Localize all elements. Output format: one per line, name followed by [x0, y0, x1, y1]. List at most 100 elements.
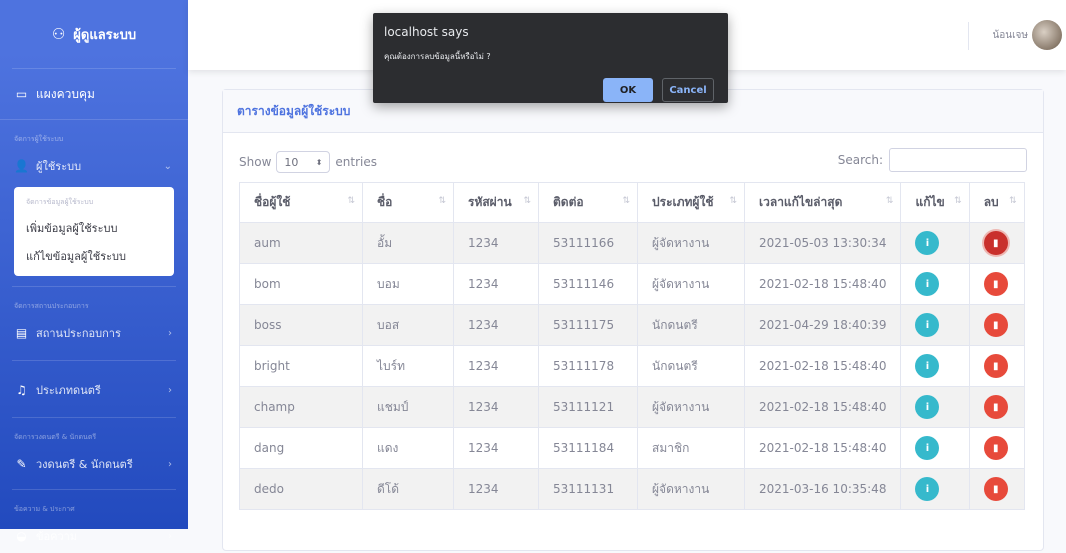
- column-header-edit[interactable]: แก้ไข ⇅: [900, 182, 970, 223]
- cell-last-modified: 2021-02-18 15:48:40: [743, 427, 902, 469]
- cell-username: bom: [239, 263, 363, 305]
- cell-contact: 53111175: [538, 304, 638, 346]
- header-label: ติดต่อ: [553, 195, 584, 209]
- column-header-last-modified[interactable]: เวลาแก้ไขล่าสุด ⇅: [743, 182, 902, 223]
- delete-button[interactable]: ▮: [983, 313, 1008, 337]
- sidebar-brand[interactable]: ⚇ ผู้ดูแลระบบ: [12, 0, 176, 69]
- topbar-divider: [968, 22, 969, 50]
- cell-edit: i: [900, 222, 970, 264]
- delete-button[interactable]: ▮: [983, 395, 1008, 419]
- delete-button[interactable]: ▮: [983, 231, 1008, 255]
- sidebar-divider: [12, 360, 176, 361]
- cell-user-type: ผู้จัดหางาน: [637, 386, 745, 428]
- submenu-item-add-user[interactable]: เพิ่มข้อมูลผู้ใช้ระบบ: [14, 214, 174, 242]
- info-icon: i: [925, 319, 930, 331]
- column-header-delete[interactable]: ลบ ⇅: [968, 182, 1025, 223]
- edit-button[interactable]: i: [915, 436, 940, 460]
- cell-last-modified: 2021-05-03 13:30:34: [743, 222, 902, 264]
- cell-username: bright: [239, 345, 363, 387]
- search-input[interactable]: [889, 148, 1027, 172]
- cell-name: อั้ม: [362, 222, 454, 264]
- sidebar-item-dashboard[interactable]: ▭ แผงควบคุม: [0, 69, 188, 120]
- search-label: Search:: [837, 153, 883, 167]
- cell-password: 1234: [453, 304, 539, 346]
- trash-icon: ▮: [992, 237, 999, 249]
- trash-icon: ▮: [992, 401, 999, 413]
- user-name[interactable]: น้อนเจษ: [992, 28, 1028, 43]
- entries-label: entries: [335, 155, 377, 169]
- cell-user-type: ผู้จัดหางาน: [637, 222, 745, 264]
- users-icon: 👤: [14, 159, 29, 173]
- edit-button[interactable]: i: [915, 354, 940, 378]
- column-header-name[interactable]: ชื่อ ⇅: [362, 182, 454, 223]
- sidebar-item-music-types[interactable]: ♫ ประเภทดนตรี ›: [0, 373, 188, 407]
- sidebar-item-venues[interactable]: ▤ สถานประกอบการ ›: [0, 316, 188, 350]
- info-icon: i: [925, 442, 930, 454]
- sidebar: ⚇ ผู้ดูแลระบบ ▭ แผงควบคุม จัดการผู้ใช้ระ…: [0, 0, 188, 543]
- cell-name: แดง: [362, 427, 454, 469]
- column-header-password[interactable]: รหัสผ่าน ⇅: [453, 182, 539, 223]
- sort-icon: ⇅: [438, 196, 446, 206]
- column-header-username[interactable]: ชื่อผู้ใช้ ⇅: [239, 182, 363, 223]
- trash-icon: ▮: [992, 483, 999, 495]
- cell-user-type: ผู้จัดหางาน: [637, 263, 745, 305]
- search-control: Search:: [838, 148, 1027, 172]
- info-icon: i: [925, 483, 930, 495]
- edit-button[interactable]: i: [915, 477, 940, 501]
- header-label: ลบ: [983, 195, 999, 209]
- cell-user-type: สมาชิก: [637, 427, 745, 469]
- cell-name: ดีโด้: [362, 468, 454, 510]
- table-row: champ แชมป์ 1234 53111121 ผู้จัดหางาน 20…: [239, 386, 1025, 428]
- edit-button[interactable]: i: [915, 272, 940, 296]
- sidebar-item-users[interactable]: 👤 ผู้ใช้ระบบ ⌄: [0, 149, 188, 183]
- table-row: dang แดง 1234 53111184 สมาชิก 2021-02-18…: [239, 427, 1025, 469]
- table-row: bom บอม 1234 53111146 ผู้จัดหางาน 2021-0…: [239, 263, 1025, 305]
- edit-button[interactable]: i: [915, 231, 940, 255]
- cell-password: 1234: [453, 222, 539, 264]
- select-arrows-icon: ⬍: [315, 157, 323, 167]
- chevron-right-icon: ›: [168, 530, 172, 542]
- cell-edit: i: [900, 427, 970, 469]
- submenu-item-edit-user[interactable]: แก้ไขข้อมูลผู้ใช้ระบบ: [14, 242, 174, 270]
- sort-icon: ⇅: [523, 196, 531, 206]
- cell-last-modified: 2021-02-18 15:48:40: [743, 263, 902, 305]
- cell-password: 1234: [453, 468, 539, 510]
- cancel-button[interactable]: Cancel: [662, 78, 714, 102]
- sidebar-item-bands[interactable]: ✎ วงดนตรี & นักดนตรี ›: [0, 447, 188, 481]
- delete-button[interactable]: ▮: [983, 436, 1008, 460]
- cell-username: aum: [239, 222, 363, 264]
- info-icon: i: [925, 278, 930, 290]
- sort-icon: ⇅: [954, 196, 962, 206]
- edit-button[interactable]: i: [915, 313, 940, 337]
- cell-password: 1234: [453, 263, 539, 305]
- users-table: ชื่อผู้ใช้ ⇅ ชื่อ ⇅ รหัสผ่าน ⇅ ติดต่อ ⇅ ประเ…: [239, 182, 1025, 510]
- section-heading-users: จัดการผู้ใช้ระบบ: [14, 135, 64, 143]
- cell-name: บอม: [362, 263, 454, 305]
- sort-icon: ⇅: [885, 196, 894, 206]
- cell-delete: ▮: [968, 427, 1025, 469]
- cell-username: champ: [239, 386, 363, 428]
- avatar[interactable]: [1032, 20, 1062, 50]
- cell-delete: ▮: [968, 468, 1025, 510]
- sidebar-item-messages[interactable]: ◒ ข้อความ ›: [0, 519, 188, 553]
- sort-icon: ⇅: [347, 196, 355, 206]
- delete-button[interactable]: ▮: [983, 477, 1008, 501]
- delete-button[interactable]: ▮: [983, 272, 1008, 296]
- cell-last-modified: 2021-02-18 15:48:40: [743, 386, 902, 428]
- entries-select[interactable]: 10 ⬍: [276, 151, 331, 173]
- message-icon: ◒: [16, 529, 27, 543]
- delete-button[interactable]: ▮: [983, 354, 1008, 378]
- cell-password: 1234: [453, 427, 539, 469]
- ok-button[interactable]: OK: [603, 78, 653, 102]
- submenu-heading: จัดการข้อมูลผู้ใช้ระบบ: [26, 198, 94, 206]
- table-row: dedo ดีโด้ 1234 53111131 ผู้จัดหางาน 202…: [239, 468, 1025, 510]
- section-heading-messages: ข้อความ & ประกาศ: [14, 505, 75, 513]
- column-header-user-type[interactable]: ประเภทผู้ใช้ ⇅: [637, 182, 745, 223]
- sort-icon: ⇅: [622, 196, 630, 206]
- cell-contact: 53111184: [538, 427, 638, 469]
- sort-icon: ⇅: [1009, 196, 1017, 206]
- bands-label: วงดนตรี & นักดนตรี: [36, 458, 133, 471]
- table-row: boss บอส 1234 53111175 นักดนตรี 2021-04-…: [239, 304, 1025, 346]
- column-header-contact[interactable]: ติดต่อ ⇅: [538, 182, 638, 223]
- edit-button[interactable]: i: [915, 395, 940, 419]
